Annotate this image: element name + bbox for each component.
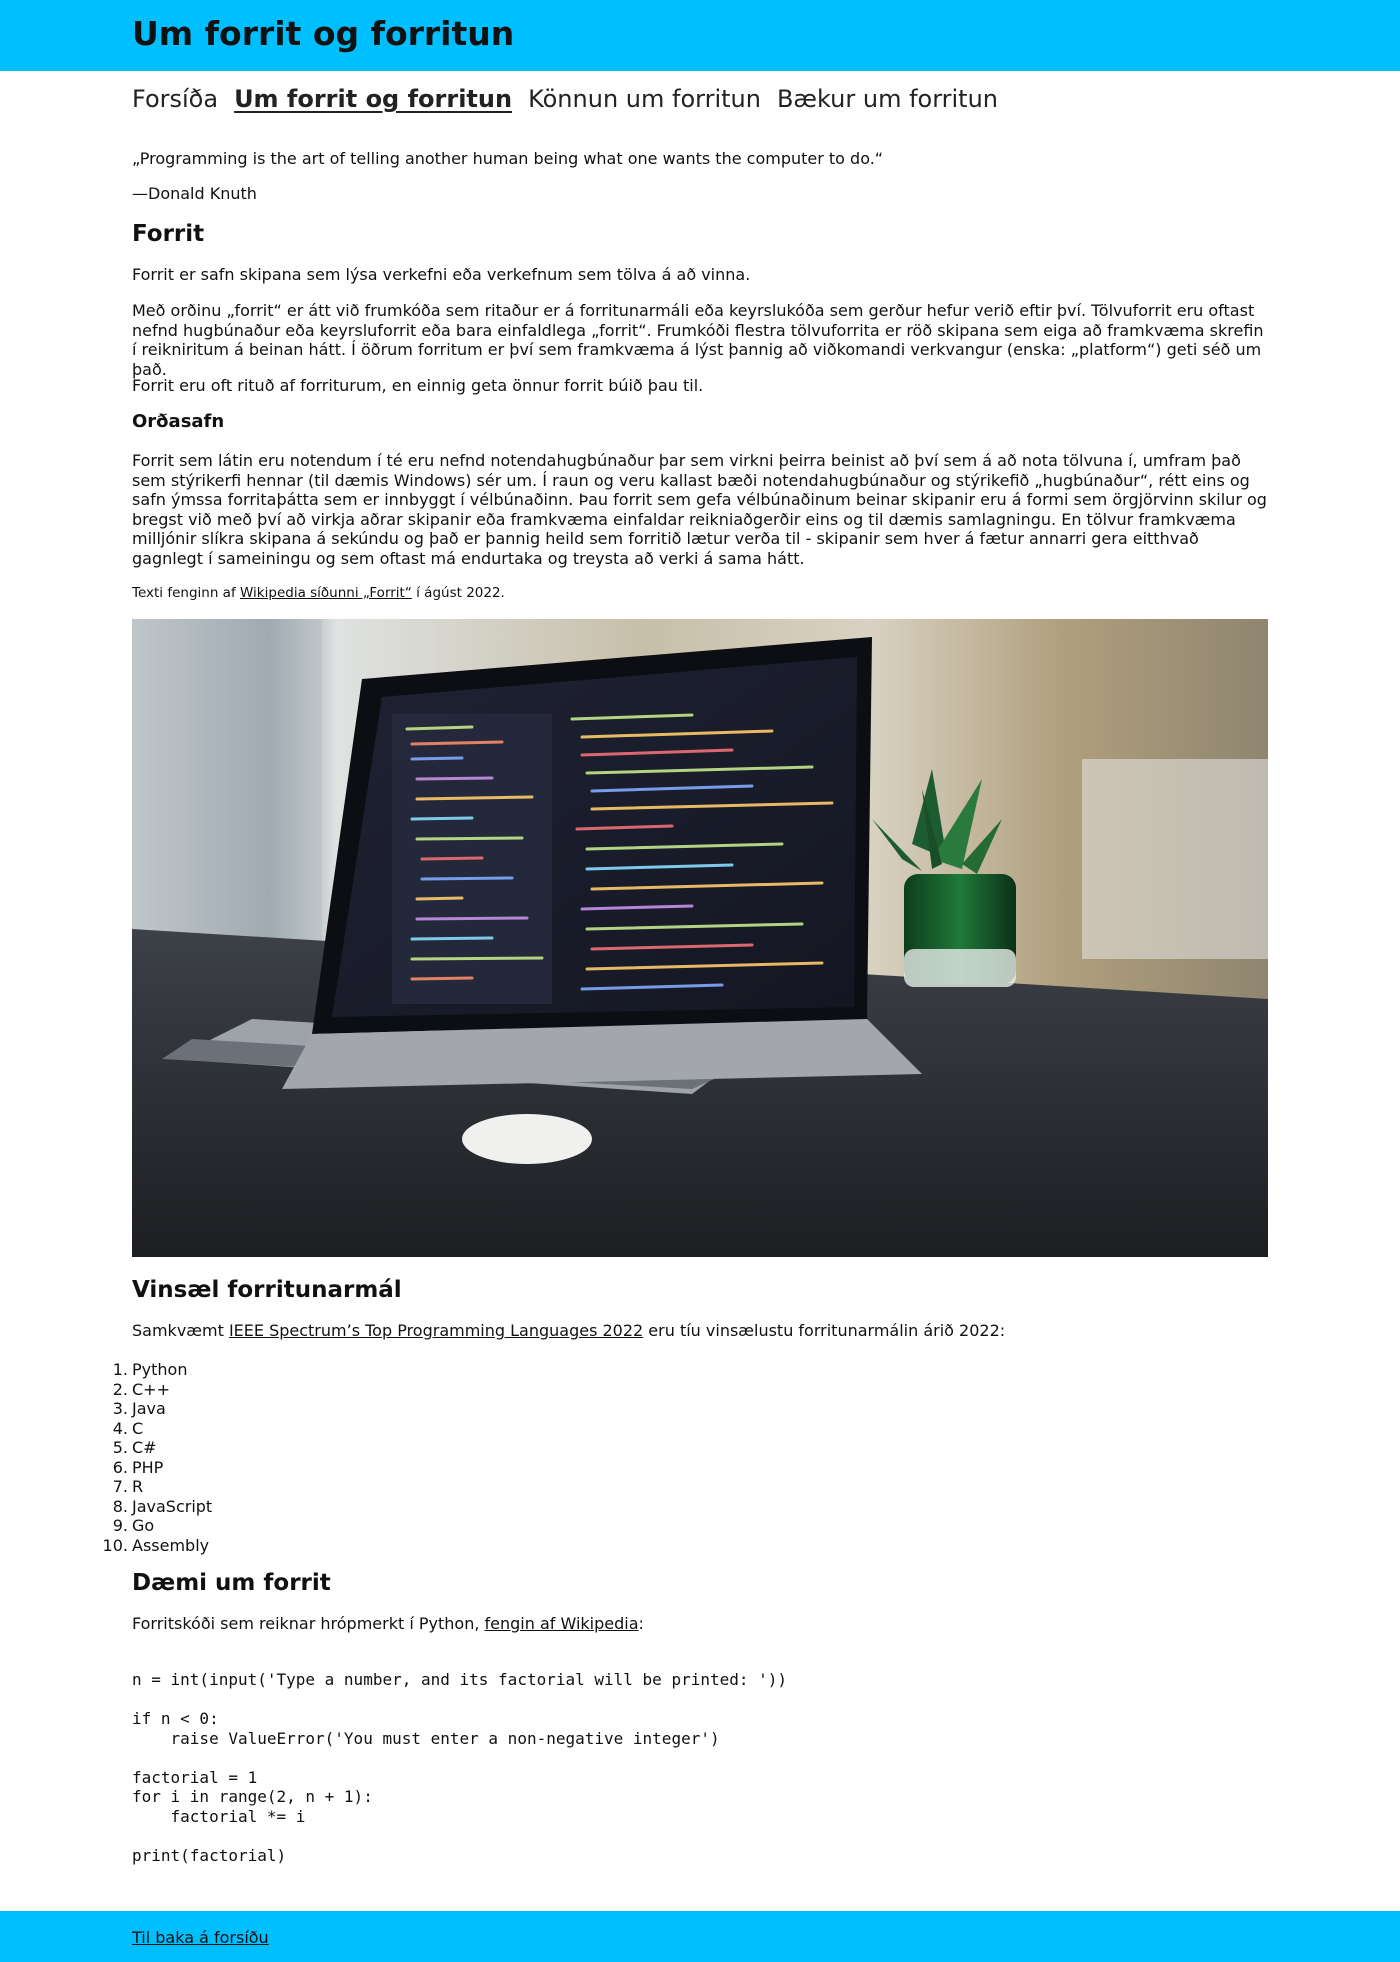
list-number: 5. bbox=[112, 1438, 128, 1457]
wikipedia-source-link[interactable]: fengin af Wikipedia bbox=[485, 1614, 639, 1633]
nav-link-baekur[interactable]: Bækur um forritun bbox=[777, 87, 998, 111]
list-item: 7. R bbox=[113, 1477, 212, 1497]
site-header: Um forrit og forritun bbox=[0, 0, 1400, 71]
list-item: 2. C++ bbox=[113, 1379, 212, 1400]
paragraph: Forrit eru oft rituð af forriturum, en e… bbox=[132, 376, 704, 395]
code-block: n = int(input('Type a number, and its fa… bbox=[132, 1670, 788, 1865]
list-item-text: Go bbox=[132, 1516, 155, 1535]
list-item-text: C++ bbox=[132, 1379, 170, 1399]
site-title: Um forrit og forritun bbox=[132, 14, 515, 53]
quote-text: „Programming is the art of telling anoth… bbox=[132, 149, 884, 168]
example-intro-suffix: : bbox=[638, 1614, 644, 1633]
heading-ordasafn: Orðasafn bbox=[132, 411, 225, 432]
langs-intro: Samkvæmt IEEE Spectrum’s Top Programming… bbox=[132, 1321, 1268, 1341]
attribution-prefix: Texti fenginn af bbox=[132, 585, 240, 601]
heading-daemi-um-forrit: Dæmi um forrit bbox=[132, 1570, 331, 1596]
back-to-home-link[interactable]: Til baka á forsíðu bbox=[132, 1928, 269, 1947]
example-intro-prefix: Forritskóði sem reiknar hrópmerkt í Pyth… bbox=[132, 1614, 485, 1633]
list-number: 9. bbox=[112, 1516, 128, 1535]
list-number: 1. bbox=[112, 1360, 128, 1379]
languages-list: 1. Python 2. C++ 3. Java 4. C 5. C# 6. PHP 7. R… bbox=[103, 1360, 213, 1556]
list-item-text: R bbox=[132, 1477, 144, 1496]
ieee-spectrum-link[interactable]: IEEE Spectrum’s Top Programming Language… bbox=[229, 1321, 643, 1340]
hero-image bbox=[132, 619, 1268, 1257]
attribution: Texti fenginn af Wikipedia síðunni „Forr… bbox=[132, 584, 1268, 604]
list-item: 6. PHP bbox=[113, 1457, 212, 1478]
list-item-text: PHP bbox=[132, 1457, 164, 1477]
list-item-text: C bbox=[132, 1418, 144, 1438]
list-item-text: Java bbox=[132, 1399, 166, 1418]
list-item: 8. JavaScript bbox=[113, 1496, 213, 1517]
list-number: 4. bbox=[112, 1418, 128, 1438]
nav-link-forsida[interactable]: Forsíða bbox=[132, 87, 218, 111]
list-item: 9. Go bbox=[113, 1516, 212, 1536]
list-number: 2. bbox=[112, 1379, 128, 1399]
list-item: 3. Java bbox=[113, 1399, 212, 1419]
nav-link-um-forrit[interactable]: Um forrit og forritun bbox=[234, 87, 512, 111]
list-item-text: Assembly bbox=[132, 1535, 210, 1555]
list-item-text: C# bbox=[132, 1438, 157, 1457]
list-item-text: Python bbox=[132, 1360, 188, 1379]
quote-author: —Donald Knuth bbox=[132, 184, 257, 203]
list-number: 7. bbox=[112, 1477, 128, 1496]
wikipedia-link[interactable]: Wikipedia síðunni „Forrit“ bbox=[240, 585, 412, 601]
list-number: 3. bbox=[112, 1399, 128, 1418]
paragraph: Með orðinu „forrit“ er átt við frumkóða … bbox=[132, 301, 1264, 379]
langs-intro-suffix: eru tíu vinsælustu forritunarmálin árið … bbox=[643, 1321, 1006, 1340]
main-nav: Forsíða Um forrit og forritun Könnun um … bbox=[0, 71, 1400, 145]
example-intro: Forritskóði sem reiknar hrópmerkt í Pyth… bbox=[132, 1614, 1268, 1634]
paragraph: Forrit sem látin eru notendum í té eru n… bbox=[132, 451, 1267, 568]
list-number: 6. bbox=[112, 1457, 128, 1477]
list-item-text: JavaScript bbox=[132, 1496, 213, 1516]
langs-intro-prefix: Samkvæmt bbox=[132, 1321, 229, 1340]
attribution-suffix: í ágúst 2022. bbox=[411, 585, 505, 601]
paragraph: Forrit er safn skipana sem lýsa verkefni… bbox=[132, 265, 751, 284]
list-item: 5. C# bbox=[113, 1438, 212, 1458]
heading-forrit: Forrit bbox=[132, 221, 205, 247]
list-number: 10. bbox=[102, 1535, 128, 1555]
laptop-photo bbox=[132, 619, 1268, 1257]
list-item: 10. Assembly bbox=[103, 1535, 212, 1556]
site-footer: Til baka á forsíðu bbox=[0, 1911, 1400, 1962]
nav-link-konnun[interactable]: Könnun um forritun bbox=[528, 87, 761, 111]
list-number: 8. bbox=[112, 1496, 128, 1516]
list-item: 1. Python bbox=[113, 1360, 212, 1380]
list-item: 4. C bbox=[113, 1418, 212, 1439]
heading-vinsael-forritunarmal: Vinsæl forritunarmál bbox=[132, 1277, 402, 1303]
